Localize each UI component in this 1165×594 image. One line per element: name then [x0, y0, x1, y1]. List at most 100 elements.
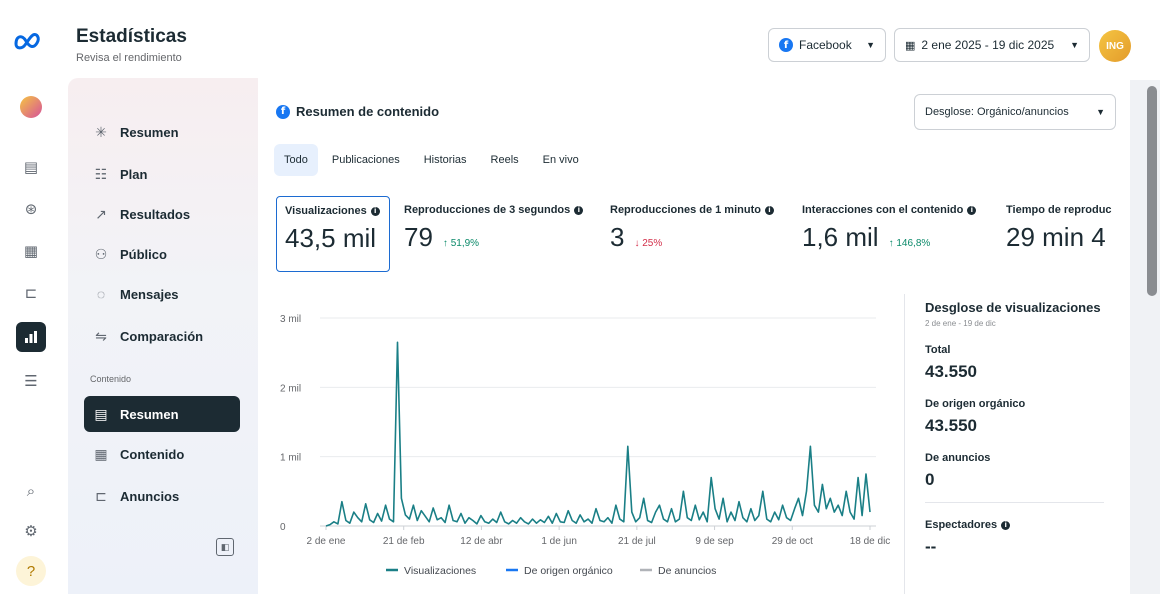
metric-reproducciones-1m[interactable]: Reproducciones de 1 minuto i 3 ↓ 25% — [602, 196, 792, 272]
total-label: Total — [925, 344, 951, 356]
scrollbar-thumb[interactable] — [1147, 86, 1157, 296]
ads-label: De anuncios — [925, 452, 991, 464]
info-icon[interactable]: i — [764, 205, 774, 215]
tab-todo[interactable]: Todo — [274, 144, 318, 176]
platform-select[interactable]: f Facebook ▼ — [768, 28, 886, 62]
x-tick-label: 12 de abr — [460, 536, 503, 547]
tab-reels[interactable]: Reels — [481, 144, 529, 176]
palette-rail-icon[interactable]: ⊛ — [16, 194, 46, 224]
search-rail-icon[interactable]: ⌕ — [16, 476, 46, 506]
x-tick-label: 2 de ene — [307, 536, 346, 547]
series-line-visualizaciones — [325, 341, 871, 527]
x-tick-label: 21 de jul — [618, 536, 656, 547]
legend-label: Visualizaciones — [404, 565, 476, 577]
insights-rail-icon[interactable] — [16, 322, 46, 352]
viewers-label-row: Espectadores i — [925, 519, 1104, 531]
x-tick-label: 18 de dic — [850, 536, 891, 547]
breakdown-select-label: Desglose: Orgánico/anuncios — [925, 106, 1069, 118]
sidebar-item-anuncios[interactable]: ⊏ Anuncios — [84, 478, 240, 514]
sidebar-item-label: Mensajes — [120, 286, 179, 302]
x-tick-label: 9 de sep — [695, 536, 734, 547]
chevron-down-icon: ▼ — [866, 40, 875, 50]
database-rail-icon[interactable]: ▤ — [16, 152, 46, 182]
sidebar-item-label: Resumen — [120, 406, 179, 422]
total-value: 43.550 — [925, 362, 977, 381]
panel-title: Desglose de visualizaciones — [925, 300, 1101, 315]
metric-label: Reproducciones de 3 segundos — [404, 204, 571, 216]
sidebar-item-contenido-resumen[interactable]: ▤ Resumen — [84, 396, 240, 432]
insights-sidebar: ✳ Resumen ☷ Plan ↗ Resultados ⚇ Público … — [68, 78, 258, 594]
sidebar-item-label: Resumen — [120, 124, 179, 140]
x-tick-label: 21 de feb — [383, 536, 425, 547]
metric-visualizaciones[interactable]: Visualizaciones i 43,5 mil — [276, 196, 390, 272]
stack-icon: ▤ — [94, 405, 108, 422]
breakdown-select[interactable]: Desglose: Orgánico/anuncios ▼ — [914, 94, 1116, 130]
ads-value: 0 — [925, 470, 935, 489]
meta-logo-icon[interactable] — [13, 30, 43, 52]
collapse-sidebar-icon[interactable]: ◧ — [216, 538, 234, 556]
date-range-label: 2 ene 2025 - 19 dic 2025 — [921, 38, 1055, 52]
megaphone-rail-icon[interactable]: ⊏ — [16, 278, 46, 308]
metric-reproducciones-3s[interactable]: Reproducciones de 3 segundos i 79 ↑ 51,9% — [396, 196, 596, 272]
content-summary-card: f Resumen de contenido Desglose: Orgánic… — [262, 86, 1128, 594]
sidebar-item-mensajes[interactable]: ◌ Mensajes — [84, 276, 240, 312]
change-down-indicator: ↓ 25% — [634, 238, 663, 249]
sidebar-item-label: Resultados — [120, 206, 191, 222]
chat-icon: ◌ — [96, 286, 106, 302]
left-rail: ▤ ⊛ ▦ ⊏ ☰ ⌕ ⚙ ? — [0, 0, 64, 594]
page-header: Estadísticas Revisa el rendimiento f Fac… — [64, 0, 1165, 76]
tab-en-vivo[interactable]: En vivo — [533, 144, 589, 176]
sidebar-item-label: Anuncios — [120, 488, 180, 504]
viewers-label: Espectadores — [925, 519, 998, 531]
sidebar-item-publico[interactable]: ⚇ Público — [84, 236, 240, 272]
page-subtitle: Revisa el rendimiento — [76, 52, 182, 64]
platform-select-label: Facebook — [799, 38, 852, 52]
organic-value: 43.550 — [925, 416, 977, 435]
page-scrollbar[interactable] — [1130, 80, 1160, 594]
sidebar-item-plan[interactable]: ☷ Plan — [84, 156, 240, 192]
sidebar-item-label: Público — [120, 246, 167, 262]
settings-rail-icon[interactable]: ⚙ — [16, 516, 46, 546]
x-tick-label: 29 de oct — [772, 536, 813, 547]
page-title: Estadísticas — [76, 26, 187, 47]
metric-label: Visualizaciones — [285, 205, 367, 217]
metric-value: 79 — [404, 222, 433, 252]
sidebar-section-label: Contenido — [90, 374, 132, 384]
tab-historias[interactable]: Historias — [414, 144, 477, 176]
metric-value: 29 min 4 — [1006, 222, 1106, 252]
metric-value: 43,5 mil — [285, 223, 377, 253]
y-tick-label: 0 — [280, 522, 286, 533]
views-breakdown-panel: Desglose de visualizaciones 2 de ene - 1… — [904, 294, 1104, 594]
people-icon: ⚇ — [94, 245, 108, 262]
metric-label: Reproducciones de 1 minuto — [610, 204, 761, 216]
info-icon[interactable]: i — [1001, 520, 1011, 530]
info-icon[interactable]: i — [370, 206, 380, 216]
sidebar-item-comparacion[interactable]: ⇋ Comparación — [84, 318, 240, 354]
menu-rail-icon[interactable]: ☰ — [16, 366, 46, 396]
panel-date: 2 de ene - 19 de dic — [925, 319, 996, 328]
views-line-chart: 0 1 mil 2 mil 3 mil 2 de ene 21 de feb 12 de a… — [280, 314, 891, 577]
legend-label: De anuncios — [658, 565, 716, 577]
chevron-down-icon: ▼ — [1070, 40, 1079, 50]
metric-interacciones[interactable]: Interacciones con el contenido i 1,6 mil ↑… — [794, 196, 994, 272]
date-range-select[interactable]: ▦ 2 ene 2025 - 19 dic 2025 ▼ — [894, 28, 1090, 62]
calculator-rail-icon[interactable]: ▦ — [16, 236, 46, 266]
account-avatar[interactable]: ING — [1099, 30, 1131, 62]
grid-icon: ▦ — [94, 445, 108, 462]
views-chart: 0 1 mil 2 mil 3 mil 2 de ene 21 de feb 12 de a… — [276, 294, 896, 594]
trend-icon: ↗ — [95, 205, 107, 222]
viewers-value: -- — [925, 537, 937, 556]
content-tabs: Todo Publicaciones Historias Reels En vi… — [274, 144, 589, 176]
megaphone-icon: ⊏ — [95, 487, 107, 504]
info-icon[interactable]: i — [574, 205, 584, 215]
info-icon[interactable]: i — [967, 205, 977, 215]
y-tick-label: 2 mil — [280, 383, 301, 394]
help-rail-icon[interactable]: ? — [16, 556, 46, 586]
metric-tiempo-reproduccion[interactable]: Tiempo de reproduc 29 min 4 — [998, 196, 1128, 272]
profile-rail-icon[interactable] — [16, 92, 46, 122]
y-tick-label: 3 mil — [280, 314, 301, 325]
tab-publicaciones[interactable]: Publicaciones — [322, 144, 410, 176]
sidebar-item-resultados[interactable]: ↗ Resultados — [84, 196, 240, 232]
sidebar-item-resumen[interactable]: ✳ Resumen — [84, 114, 240, 150]
sidebar-item-contenido[interactable]: ▦ Contenido — [84, 436, 240, 472]
